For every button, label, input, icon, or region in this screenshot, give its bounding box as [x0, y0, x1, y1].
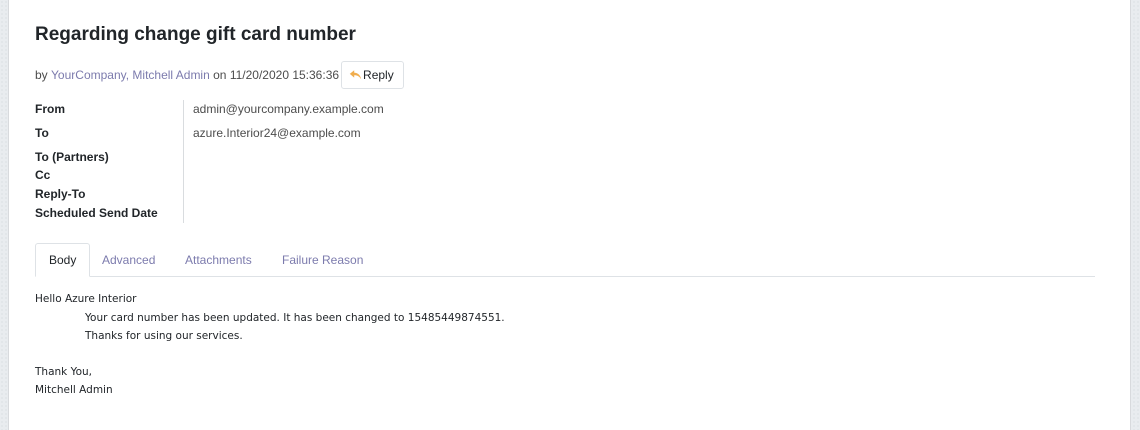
byline-date: 11/20/2020 15:36:36 — [229, 68, 340, 82]
to-value[interactable]: azure.Interior24@example.com — [193, 126, 361, 140]
tab-body[interactable]: Body — [35, 243, 91, 277]
reply-button-label: Reply — [363, 68, 394, 82]
body-line-thanks: Thanks for using our services. — [85, 330, 243, 342]
tab-attachments[interactable]: Attachments — [185, 243, 252, 276]
notebook-tabs: Body Advanced Attachments Failure Reason — [35, 243, 1095, 277]
tab-failure-reason[interactable]: Failure Reason — [282, 243, 363, 276]
reply-to-label: Reply-To — [35, 187, 86, 201]
byline-authors-link[interactable]: YourCompany, Mitchell Admin — [51, 68, 210, 82]
body-signature: Mitchell Admin — [35, 384, 113, 396]
reply-arrow-icon — [349, 69, 362, 81]
byline-prefix: by — [35, 68, 48, 82]
message-byline: by YourCompany, Mitchell Admin on 11/20/… — [35, 61, 404, 89]
to-partners-label: To (Partners) — [35, 150, 109, 164]
message-form-sheet: Regarding change gift card number by You… — [8, 0, 1131, 430]
body-line-card-number: Your card number has been updated. It ha… — [85, 312, 505, 324]
cc-label: Cc — [35, 168, 51, 182]
from-value[interactable]: admin@yourcompany.example.com — [193, 102, 384, 116]
fields-divider — [183, 100, 184, 223]
reply-button[interactable]: Reply — [341, 61, 404, 89]
byline-on-word: on — [213, 68, 227, 82]
body-closing: Thank You, — [35, 366, 93, 378]
body-greeting: Hello Azure Interior — [35, 293, 137, 305]
tab-advanced[interactable]: Advanced — [102, 243, 155, 276]
scheduled-send-date-label: Scheduled Send Date — [35, 206, 158, 220]
from-label: From — [35, 102, 65, 116]
to-label: To — [35, 126, 49, 140]
message-subject: Regarding change gift card number — [35, 24, 356, 45]
